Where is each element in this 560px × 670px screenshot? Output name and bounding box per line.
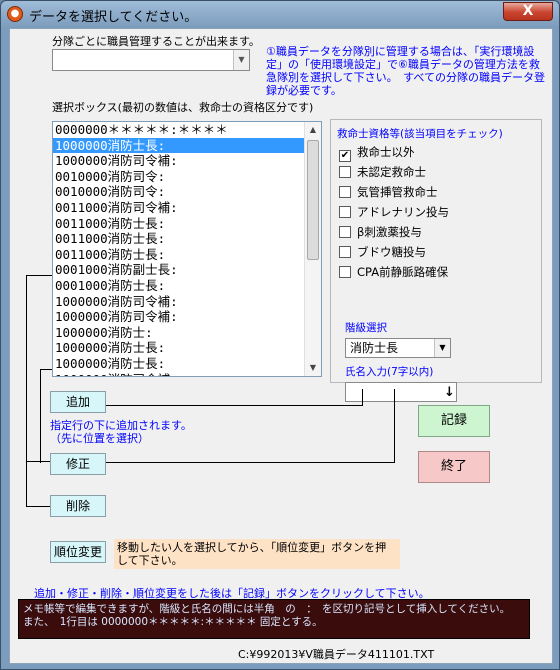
connector-line (26, 275, 52, 276)
delete-button[interactable]: 削除 (50, 495, 106, 517)
checkbox-icon[interactable] (339, 166, 351, 178)
qualification-option[interactable]: β刺激薬投与 (339, 224, 422, 240)
edit-notice-line-2: また、 1行目は 0000000＊＊＊＊＊:＊＊＊＊＊ 固定とする。 (23, 616, 323, 628)
rank-label: 階級選択 (345, 322, 387, 334)
checkbox-icon[interactable] (339, 206, 351, 218)
list-item[interactable]: 0011000消防司令補: (53, 200, 321, 216)
qualification-option-label: 救命士以外 (357, 145, 415, 159)
window-title: データを選択してください。 (29, 10, 198, 25)
list-item[interactable]: 1000000消防士長: (53, 137, 321, 154)
list-item[interactable]: 0011000消防士長: (53, 216, 321, 232)
close-button[interactable]: X (503, 2, 553, 21)
connector-line (40, 369, 52, 370)
qualification-option[interactable]: 未認定救命士 (339, 164, 426, 180)
qualification-option-label: アドレナリン投与 (357, 205, 449, 219)
list-item[interactable]: 0011000消防士長: (53, 231, 321, 247)
reorder-button[interactable]: 順位変更 (50, 541, 106, 563)
scroll-thumb[interactable] (307, 140, 319, 260)
app-icon: ● (7, 6, 23, 22)
checkbox-icon[interactable] (339, 266, 351, 278)
add-button[interactable]: 追加 (50, 391, 106, 413)
group-label: 分隊ごとに職員管理することが出来ます。 (52, 35, 260, 48)
checkbox-icon[interactable] (339, 246, 351, 258)
qualification-option[interactable]: ブドウ糖投与 (339, 244, 426, 260)
qualification-option[interactable]: ✔ 救命士以外 (339, 144, 415, 162)
qualification-panel: 救命士資格等(該当項目をチェック) ✔ 救命士以外未認定救命士 気管挿管救命士 アドレ… (330, 119, 542, 402)
staff-listbox[interactable]: 0000000＊＊＊＊＊:＊＊＊＊ 1000000消防士長: 1000000消防司令… (52, 121, 322, 377)
file-path: C:¥992013¥V職員データ411101.TXT (238, 648, 435, 661)
list-item[interactable]: 0001000消防副士長: (53, 262, 321, 278)
list-item[interactable]: 1000000消防司令補: (53, 294, 321, 310)
list-scrollbar[interactable]: ▲ ▼ (304, 122, 321, 376)
qualification-option[interactable]: 気管挿管救命士 (339, 184, 438, 200)
rank-select[interactable]: 消防士長 ▼ (345, 338, 451, 358)
qualification-option[interactable]: アドレナリン投与 (339, 204, 449, 220)
list-item[interactable]: 1000000消防士長: (53, 356, 321, 372)
scroll-down-icon[interactable]: ▼ (305, 360, 321, 376)
qualification-option-label: β刺激薬投与 (357, 225, 422, 239)
rank-select-value: 消防士長 (350, 341, 399, 355)
list-item[interactable]: 0000000＊＊＊＊＊:＊＊＊＊ (53, 122, 321, 138)
group-select[interactable]: ▼ (52, 49, 250, 71)
qualification-label: 救命士資格等(該当項目をチェック) (337, 128, 503, 140)
qualification-option-label: ブドウ糖投与 (357, 245, 426, 259)
down-arrow-icon: ↓ (444, 385, 455, 400)
checkbox-checked-icon[interactable]: ✔ (339, 150, 351, 162)
connector-line (26, 506, 50, 507)
qualification-option-label: 未認定救命士 (357, 165, 426, 179)
name-label: 氏名入力(7字以内) (345, 366, 434, 378)
list-item[interactable]: 1000000消防士長: (53, 340, 321, 356)
list-item[interactable]: 1000000消防士: (53, 325, 321, 341)
scroll-up-icon[interactable]: ▲ (305, 122, 321, 138)
edit-notice: メモ帳等で編集できますが、階級と氏名の間には半角 の ： を区切り記号として挿入… (18, 599, 530, 639)
list-item[interactable]: 1000000消防司令補: (53, 153, 321, 169)
connector-line (106, 462, 394, 463)
connector-line (40, 369, 41, 463)
connector-line (394, 389, 395, 463)
group-note: ①職員データを分隊別に管理する場合は、「実行環境設定」の「使用環境設定」で⑥職員… (266, 45, 545, 97)
qualification-option-label: CPA前静脈路確保 (357, 265, 449, 279)
dialog-window: ● データを選択してください。 X 分隊ごとに職員管理することが出来ます。 ▼ … (0, 0, 560, 670)
list-item[interactable]: 0011000消防士長: (53, 247, 321, 263)
chevron-down-icon[interactable]: ▼ (434, 339, 450, 357)
chevron-down-icon[interactable]: ▼ (233, 50, 249, 70)
checkbox-icon[interactable] (339, 226, 351, 238)
list-item[interactable]: 1000000消防司令補: (53, 372, 321, 377)
title-bar[interactable]: ● データを選択してください。 X (1, 1, 559, 27)
add-note: 指定行の下に追加されます。 （先に位置を選択） (50, 419, 192, 445)
edit-notice-line-1: メモ帳等で編集できますが、階級と氏名の間には半角 の ： を区切り記号として挿入… (23, 603, 511, 615)
qualification-option[interactable]: CPA前静脈路確保 (339, 264, 448, 280)
list-item[interactable]: 0001000消防士長: (53, 278, 321, 294)
list-item[interactable]: 0010000消防司令: (53, 169, 321, 185)
end-button[interactable]: 終了 (418, 451, 490, 483)
reorder-note: 移動したい人を選択してから、「順位変更」ボタンを押して下さい。 (114, 539, 400, 569)
dialog-body: 分隊ごとに職員管理することが出来ます。 ▼ ①職員データを分隊別に管理する場合は… (9, 28, 553, 664)
checkbox-icon[interactable] (339, 186, 351, 198)
record-button[interactable]: 記録 (418, 405, 490, 437)
list-items: 0000000＊＊＊＊＊:＊＊＊＊ 1000000消防士長: 1000000消防司令… (53, 122, 321, 377)
qualification-option-label: 気管挿管救命士 (357, 185, 438, 199)
connector-line (362, 389, 363, 406)
list-label: 選択ボックス(最初の数値は、救命士の資格区分です) (52, 101, 314, 114)
list-item[interactable]: 1000000消防司令補: (53, 309, 321, 325)
list-item[interactable]: 0010000消防司令: (53, 184, 321, 200)
edit-button[interactable]: 修正 (50, 453, 106, 475)
connector-line (106, 405, 362, 406)
connector-line (26, 275, 27, 507)
connector-line (26, 461, 50, 462)
